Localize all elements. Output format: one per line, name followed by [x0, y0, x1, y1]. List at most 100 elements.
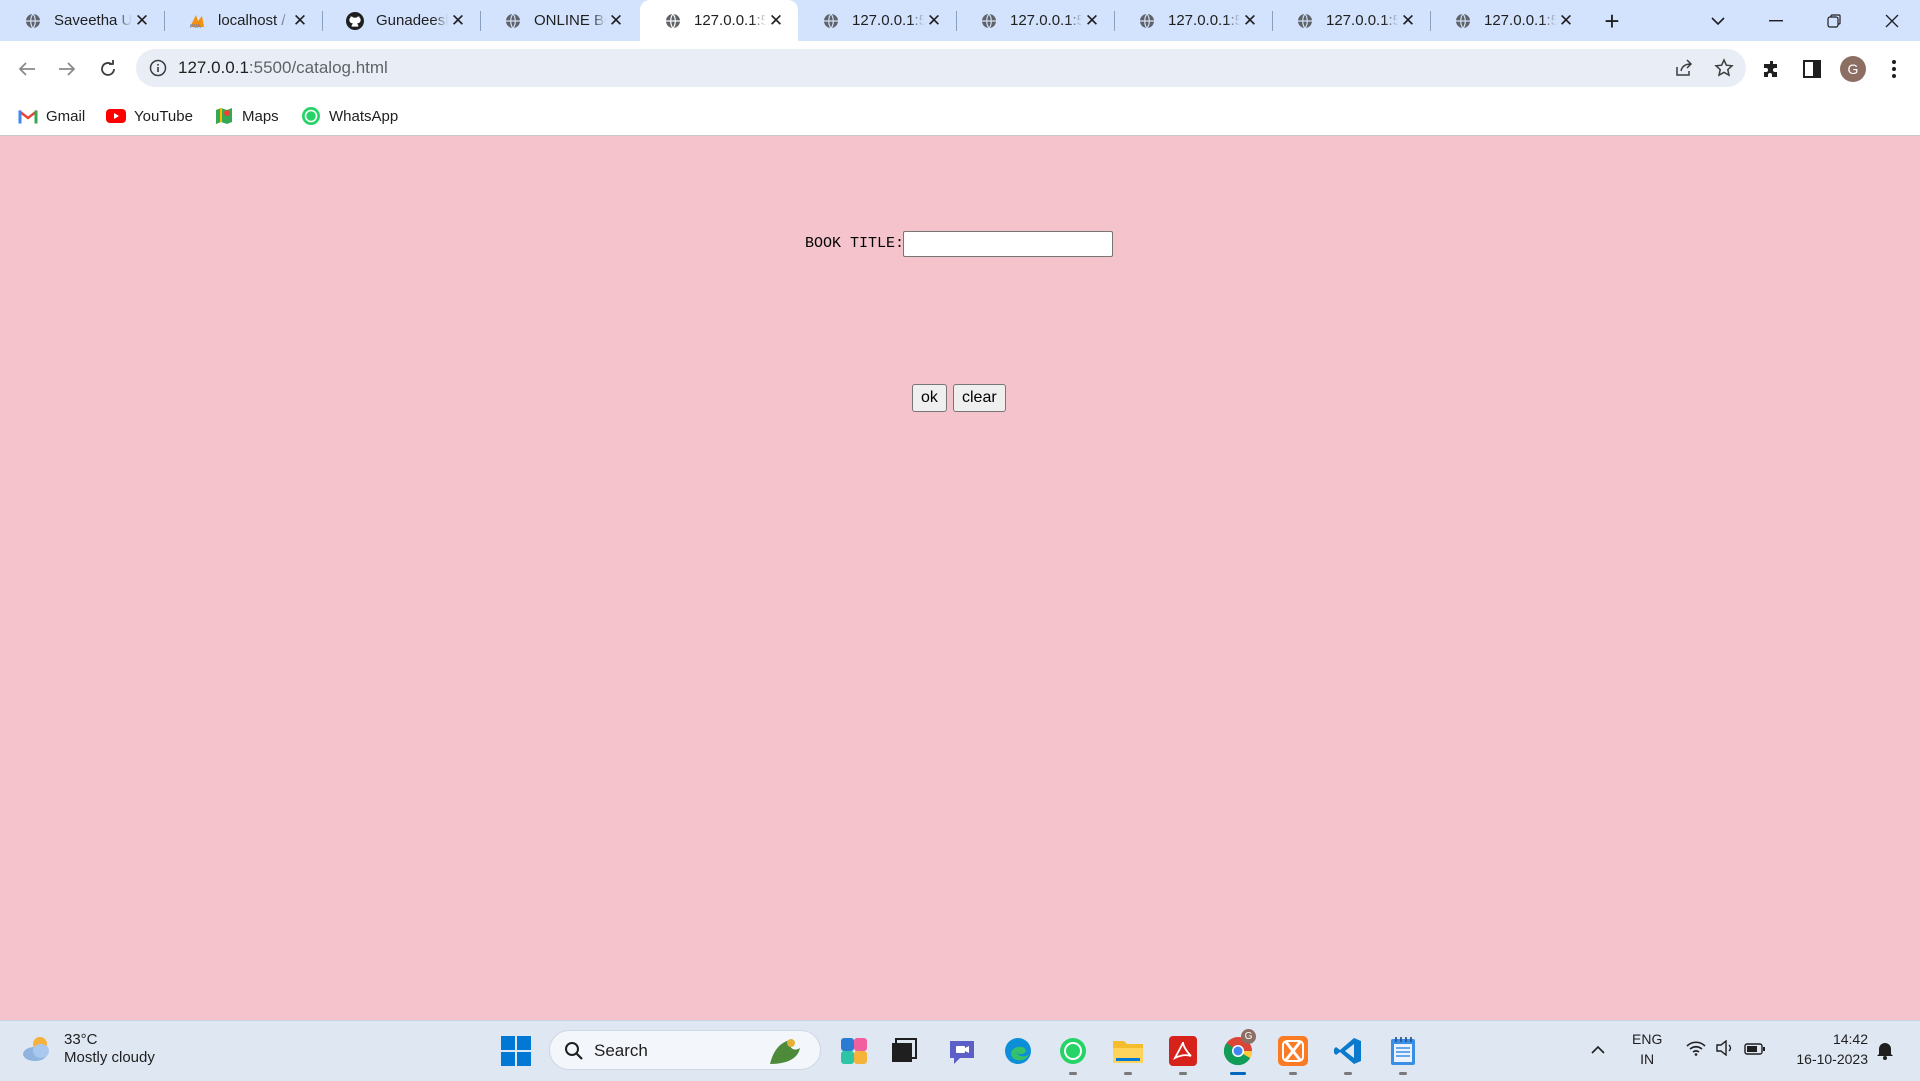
- clock[interactable]: 14:42 16-10-2023: [1786, 1029, 1868, 1069]
- tab-title: 127.0.0.1:5500: [694, 12, 766, 29]
- share-icon[interactable]: [1672, 56, 1696, 80]
- taskbar-app-acrobat[interactable]: [1163, 1031, 1203, 1075]
- tab-8[interactable]: 127.0.0.1:5500 ✕: [1272, 0, 1430, 41]
- taskbar-app-task-view[interactable]: [884, 1031, 924, 1071]
- taskbar-app-edge[interactable]: [998, 1031, 1038, 1071]
- taskbar-app-file-explorer[interactable]: [1108, 1031, 1148, 1075]
- bookmark-star-icon[interactable]: [1712, 56, 1736, 80]
- gmail-icon: [18, 106, 38, 126]
- globe-icon: [504, 12, 522, 30]
- chrome-profile-badge: G: [1241, 1029, 1256, 1044]
- active-indicator: [1230, 1072, 1246, 1075]
- close-icon[interactable]: ✕: [1556, 11, 1576, 31]
- profile-avatar[interactable]: G: [1840, 56, 1866, 82]
- taskbar-app-vscode[interactable]: [1328, 1031, 1368, 1075]
- svg-text:PMA: PMA: [190, 24, 202, 29]
- side-panel-icon[interactable]: [1797, 54, 1827, 84]
- site-info-icon[interactable]: [148, 58, 168, 78]
- restore-button[interactable]: [1806, 0, 1862, 41]
- url-host: 127.0.0.1: [178, 58, 249, 77]
- taskbar-app-copilot[interactable]: [834, 1031, 874, 1071]
- whatsapp-icon: [301, 106, 321, 126]
- whatsapp-icon: [1060, 1038, 1086, 1064]
- bookmark-label: WhatsApp: [329, 107, 399, 125]
- taskbar-app-notepad[interactable]: [1383, 1031, 1423, 1075]
- close-icon[interactable]: ✕: [924, 11, 944, 31]
- close-icon[interactable]: ✕: [1240, 11, 1260, 31]
- tab-title: 127.0.0.1:5500: [1010, 12, 1082, 29]
- tab-4-active[interactable]: 127.0.0.1:5500 ✕: [640, 0, 798, 41]
- notepad-icon: [1391, 1037, 1415, 1065]
- windows-taskbar: 33°C Mostly cloudy Search G ENG IN 14:42…: [0, 1020, 1920, 1081]
- taskbar-app-whatsapp[interactable]: [1053, 1031, 1093, 1075]
- url-text: 127.0.0.1:5500/catalog.html: [178, 58, 388, 78]
- windows-logo-icon: [501, 1036, 531, 1066]
- taskbar-app-chrome[interactable]: G: [1218, 1029, 1258, 1075]
- extensions-icon[interactable]: [1757, 54, 1787, 84]
- address-bar[interactable]: 127.0.0.1:5500/catalog.html: [136, 49, 1746, 87]
- task-view-icon: [892, 1038, 917, 1062]
- bookmark-label: YouTube: [134, 107, 193, 125]
- show-hidden-icons-button[interactable]: [1590, 1040, 1606, 1060]
- notification-button[interactable]: [1876, 1040, 1894, 1065]
- bookmarks-bar: Gmail YouTube Maps WhatsApp: [0, 97, 1920, 136]
- tab-1[interactable]: PMA localhost / 127.0.0.1 ✕: [164, 0, 322, 41]
- new-tab-button[interactable]: +: [1597, 6, 1627, 36]
- kebab-menu-icon[interactable]: [1879, 54, 1909, 84]
- close-icon[interactable]: ✕: [290, 11, 310, 31]
- acrobat-icon: [1169, 1036, 1197, 1066]
- tab-title: ONLINE BOOK: [534, 12, 606, 29]
- close-icon[interactable]: ✕: [766, 11, 786, 31]
- tab-6[interactable]: 127.0.0.1:5500 ✕: [956, 0, 1114, 41]
- edge-icon: [1005, 1038, 1031, 1064]
- minimize-button[interactable]: [1748, 0, 1804, 41]
- github-icon: [346, 11, 364, 30]
- close-window-icon: [1885, 14, 1899, 27]
- clear-button[interactable]: clear: [953, 384, 1006, 412]
- close-icon[interactable]: ✕: [132, 11, 152, 31]
- running-indicator: [1399, 1072, 1407, 1075]
- tab-title: 127.0.0.1:5500: [1326, 12, 1398, 29]
- tab-search-button[interactable]: [1690, 0, 1746, 41]
- xampp-icon: [1278, 1036, 1308, 1066]
- chevron-up-icon: [1591, 1045, 1605, 1054]
- start-button[interactable]: [496, 1031, 536, 1071]
- weather-widget[interactable]: 33°C Mostly cloudy: [20, 1031, 155, 1067]
- search-icon: [565, 1042, 583, 1060]
- bookmark-maps[interactable]: Maps: [214, 105, 279, 127]
- book-title-input[interactable]: [903, 231, 1113, 257]
- clock-time: 14:42: [1832, 1031, 1868, 1047]
- tab-2[interactable]: Gunadeesh ✕: [322, 0, 480, 41]
- tab-9[interactable]: 127.0.0.1:5500 ✕: [1430, 0, 1588, 41]
- forward-button[interactable]: [50, 52, 84, 86]
- network-volume-battery[interactable]: [1686, 1039, 1766, 1061]
- ok-button[interactable]: ok: [912, 384, 947, 412]
- taskbar-app-xampp[interactable]: [1273, 1031, 1313, 1075]
- back-arrow-icon: [18, 62, 35, 76]
- taskbar-search[interactable]: Search: [549, 1030, 821, 1070]
- bookmark-whatsapp[interactable]: WhatsApp: [301, 105, 398, 127]
- bookmark-label: Maps: [242, 107, 279, 125]
- tab-5[interactable]: 127.0.0.1:5500 ✕: [798, 0, 956, 41]
- taskbar-app-teams[interactable]: [942, 1031, 982, 1071]
- cloudy-weather-icon: [23, 1037, 49, 1061]
- tab-title: localhost / 127.0.0.1: [218, 12, 290, 29]
- bookmark-youtube[interactable]: YouTube: [106, 105, 193, 127]
- bookmark-gmail[interactable]: Gmail: [18, 105, 85, 127]
- tab-title: 127.0.0.1:5500: [1168, 12, 1240, 29]
- reload-button[interactable]: [91, 52, 125, 86]
- close-icon[interactable]: ✕: [1398, 11, 1418, 31]
- back-button[interactable]: [10, 52, 44, 86]
- tab-3[interactable]: ONLINE BOOK ✕: [480, 0, 638, 41]
- close-icon[interactable]: ✕: [448, 11, 468, 31]
- language-indicator[interactable]: ENG IN: [1632, 1029, 1662, 1069]
- tab-title: Saveetha University: [54, 12, 132, 29]
- tab-title: 127.0.0.1:5500: [852, 12, 924, 29]
- maps-icon: [214, 106, 234, 126]
- tab-0[interactable]: Saveetha University ✕: [0, 0, 164, 41]
- close-icon[interactable]: ✕: [606, 11, 626, 31]
- close-icon[interactable]: ✕: [1082, 11, 1102, 31]
- close-window-button[interactable]: [1864, 0, 1920, 41]
- tab-7[interactable]: 127.0.0.1:5500 ✕: [1114, 0, 1272, 41]
- search-placeholder: Search: [594, 1041, 648, 1060]
